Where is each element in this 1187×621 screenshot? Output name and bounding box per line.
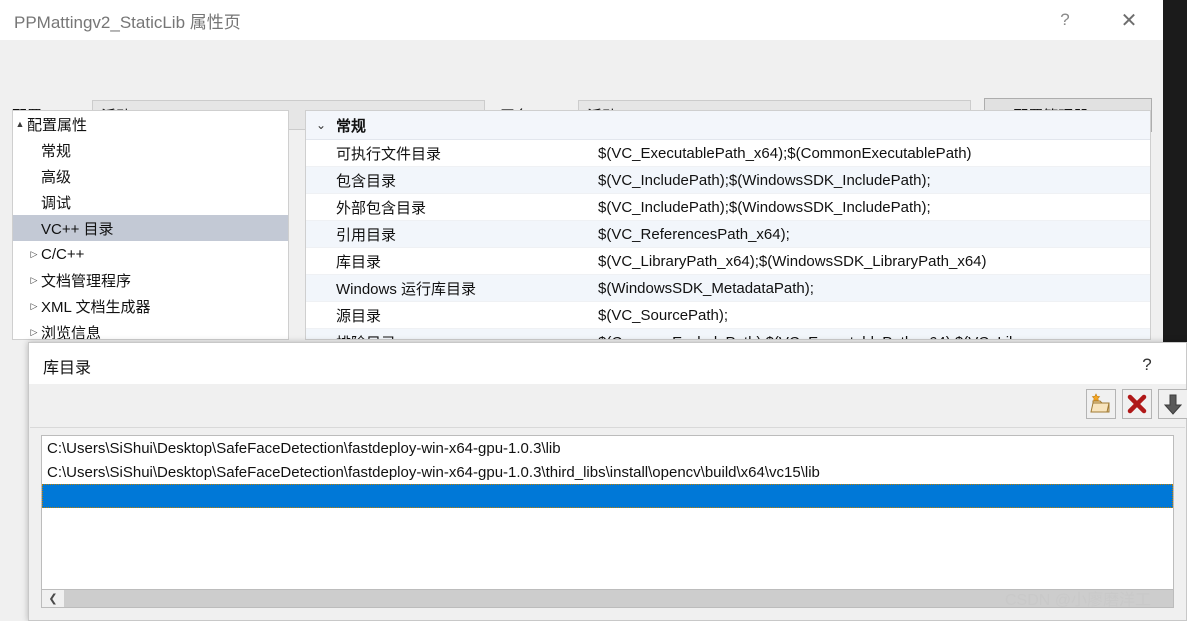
property-value[interactable]: $(VC_SourcePath);	[598, 307, 1150, 324]
window-titlebar: PPMattingv2_StaticLib 属性页 ? ✕	[0, 0, 1163, 40]
delete-button[interactable]	[1122, 389, 1152, 419]
property-name: 排除目录	[306, 332, 598, 340]
tree-item[interactable]: ▷ 浏览信息	[13, 319, 288, 340]
property-name: 包含目录	[336, 172, 397, 190]
tree-expander-icon[interactable]: ▷	[27, 327, 41, 338]
property-category-label: 常规	[336, 117, 367, 135]
tree-item[interactable]: 常规	[13, 137, 288, 163]
property-row[interactable]: 引用目录 $(VC_ReferencesPath_x64);	[306, 221, 1150, 248]
screenshot-root: PPMattingv2_StaticLib 属性页 ? ✕ 配置(C): 活动(…	[0, 0, 1187, 621]
property-category-header[interactable]: ⌄ 常规	[306, 111, 1150, 140]
new-folder-icon	[1090, 393, 1110, 413]
tree-expander-icon[interactable]: ▷	[27, 301, 41, 312]
configuration-tree[interactable]: ▲ 配置属性 常规 高级 调试 VC++ 目录 ▷ C/C++ ▷ 文档管理程序 ▷ XML 文档生成…	[12, 110, 289, 340]
tree-item-label: 常规	[41, 142, 72, 160]
tree-item-label: 文档管理程序	[41, 272, 132, 290]
dialog-titlebar: 库目录 ?	[29, 343, 1186, 384]
close-icon[interactable]: ✕	[1106, 0, 1152, 40]
tree-item[interactable]: 高级	[13, 163, 288, 189]
property-row[interactable]: Windows 运行库目录 $(WindowsSDK_MetadataPath);	[306, 275, 1150, 302]
dialog-help-icon[interactable]: ?	[1127, 351, 1167, 379]
new-folder-button[interactable]	[1086, 389, 1116, 419]
dialog-title: 库目录	[43, 360, 92, 377]
property-row[interactable]: 库目录 $(VC_LibraryPath_x64);$(WindowsSDK_Li…	[306, 248, 1150, 275]
tree-item-label: 配置属性	[27, 116, 88, 134]
property-row[interactable]: 可执行文件目录 $(VC_ExecutablePath_x64);$(Common…	[306, 140, 1150, 167]
tree-item-label: C/C++	[41, 245, 85, 263]
window-title: PPMattingv2_StaticLib 属性页	[14, 13, 241, 32]
tree-item[interactable]: ▲ 配置属性	[13, 111, 288, 137]
dialog-toolbar	[30, 384, 1187, 428]
property-value[interactable]: $(WindowsSDK_MetadataPath);	[598, 280, 1150, 297]
property-name: Windows 运行库目录	[336, 280, 477, 298]
property-value[interactable]: $(VC_ReferencesPath_x64);	[598, 226, 1150, 243]
tree-item[interactable]: VC++ 目录	[13, 215, 288, 241]
property-name: 引用目录	[336, 226, 397, 244]
property-name: 源目录	[336, 307, 382, 325]
directory-list-item[interactable]	[42, 484, 1173, 508]
tree-item[interactable]: ▷ 文档管理程序	[13, 267, 288, 293]
directory-list-item[interactable]: C:\Users\SiShui\Desktop\SafeFaceDetectio…	[42, 436, 1173, 460]
property-name: 可执行文件目录	[336, 145, 442, 163]
tree-expander-icon[interactable]: ▷	[27, 275, 41, 286]
close-icon	[1127, 394, 1147, 414]
scroll-left-arrow-icon[interactable]: ❮	[42, 590, 64, 607]
configuration-bar: 配置(C): 活动(Release) 平台(P): 活动(x64) 配置管理器(…	[0, 40, 1163, 132]
property-row[interactable]: 源目录 $(VC_SourcePath);	[306, 302, 1150, 329]
tree-expander-icon[interactable]: ▲	[13, 119, 27, 129]
property-grid[interactable]: ⌄ 常规可执行文件目录 $(VC_ExecutablePath_x64);$(Com…	[305, 110, 1151, 340]
property-name: 库目录	[336, 253, 382, 271]
tree-item-label: 调试	[41, 194, 72, 212]
property-value[interactable]: $(VC_LibraryPath_x64);$(WindowsSDK_Libra…	[598, 253, 1150, 270]
property-row[interactable]: 排除目录$(CommonExcludePath);$(VC_Executable…	[306, 329, 1150, 340]
chevron-down-icon[interactable]: ⌄	[306, 118, 336, 132]
directory-list-item[interactable]: C:\Users\SiShui\Desktop\SafeFaceDetectio…	[42, 460, 1173, 484]
property-value[interactable]: $(CommonExcludePath);$(VC_ExecutablePath…	[598, 334, 1150, 340]
property-row[interactable]: 外部包含目录 $(VC_IncludePath);$(WindowsSDK_Inc…	[306, 194, 1150, 221]
tree-item-label: 高级	[41, 168, 72, 186]
property-name: 外部包含目录	[336, 199, 427, 217]
tree-item-label: VC++ 目录	[41, 220, 114, 238]
tree-item-label: 浏览信息	[41, 324, 102, 340]
tree-item[interactable]: ▷ C/C++	[13, 241, 288, 267]
property-row[interactable]: 包含目录 $(VC_IncludePath);$(WindowsSDK_Inclu…	[306, 167, 1150, 194]
tree-expander-icon[interactable]: ▷	[27, 249, 41, 260]
property-value[interactable]: $(VC_IncludePath);$(WindowsSDK_IncludePa…	[598, 172, 1150, 189]
directories-listbox[interactable]: C:\Users\SiShui\Desktop\SafeFaceDetectio…	[41, 435, 1174, 590]
property-value[interactable]: $(VC_ExecutablePath_x64);$(CommonExecuta…	[598, 145, 1150, 162]
move-down-button[interactable]	[1158, 389, 1187, 419]
horizontal-scrollbar[interactable]: ❮	[41, 590, 1174, 608]
arrow-down-icon	[1163, 394, 1183, 415]
tree-item[interactable]: ▷ XML 文档生成器	[13, 293, 288, 319]
tree-item[interactable]: 调试	[13, 189, 288, 215]
library-directories-dialog: 库目录 ? C:\Users\SiShui\Desktop\SafeFaceDe…	[28, 342, 1187, 621]
scrollbar-thumb[interactable]	[64, 590, 1173, 607]
help-icon[interactable]: ?	[1042, 0, 1088, 40]
tree-item-label: XML 文档生成器	[41, 298, 151, 316]
property-value[interactable]: $(VC_IncludePath);$(WindowsSDK_IncludePa…	[598, 199, 1150, 216]
